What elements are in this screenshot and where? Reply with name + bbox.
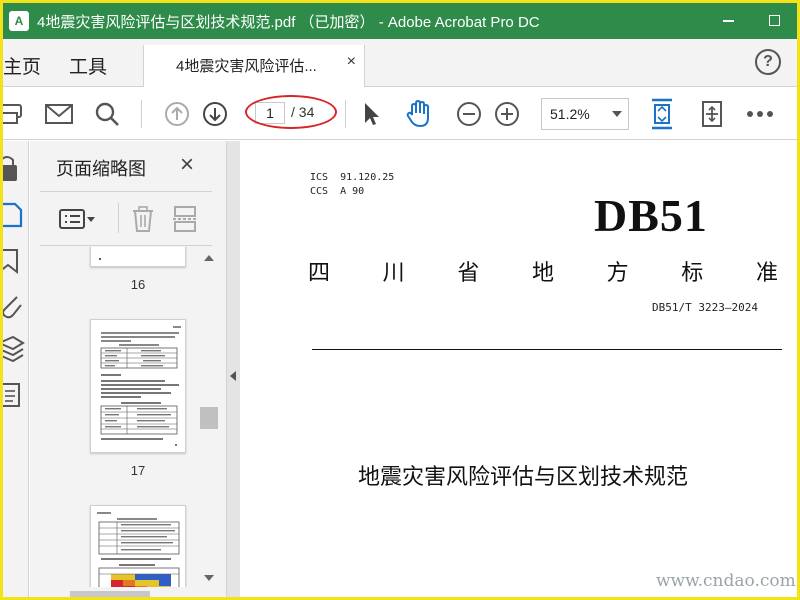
heading-char: 标	[681, 260, 704, 285]
document-view[interactable]: ICS 91.120.25 CCS A 90 DB51 四 川 省 地 方 标 准…	[240, 141, 797, 597]
document-tab-label: 4地震灾害风险评估...	[176, 58, 317, 75]
panel-divider	[40, 245, 212, 246]
navigation-rail	[3, 141, 29, 597]
document-tab[interactable]: 4地震灾害风险评估... ×	[143, 45, 365, 87]
panel-toolbar-separator	[118, 203, 119, 233]
thumbnail-list: 16 17	[30, 247, 200, 587]
extract-pages-icon[interactable]	[172, 205, 198, 233]
ics-code: ICS 91.120.25 CCS A 90	[310, 171, 394, 199]
fit-page-icon[interactable]	[647, 98, 677, 130]
select-cursor-icon[interactable]	[359, 100, 383, 128]
document-properties-icon[interactable]	[3, 381, 25, 409]
page-thumbnail[interactable]	[90, 505, 186, 587]
horizontal-rule	[312, 349, 782, 350]
panel-splitter[interactable]	[226, 141, 240, 597]
ics-line: ICS 91.120.25	[310, 172, 395, 183]
prev-page-icon[interactable]	[163, 100, 191, 128]
scroll-up-icon[interactable]	[204, 255, 214, 261]
trash-icon[interactable]	[130, 205, 156, 233]
zoom-value: 51.2%	[550, 106, 590, 122]
hand-tool-icon[interactable]	[403, 99, 435, 128]
heading-char: 四	[308, 260, 331, 285]
tab-home[interactable]: 主页	[3, 52, 41, 79]
heading-char: 准	[755, 260, 778, 285]
ccs-line: CCS A 90	[310, 186, 365, 197]
heading-char: 川	[382, 260, 405, 285]
toolbar-separator	[141, 100, 142, 128]
close-tab-icon[interactable]: ×	[347, 53, 356, 71]
layers-icon[interactable]	[3, 335, 25, 363]
more-icon[interactable]	[745, 100, 775, 128]
app-frame: A 4地震灾害风险评估与区划技术规范.pdf （已加密） - Adobe Acr…	[0, 0, 800, 600]
email-icon[interactable]	[43, 100, 75, 128]
chevron-down-icon	[612, 111, 622, 117]
maximize-icon	[768, 15, 780, 27]
collapse-panel-icon[interactable]	[230, 371, 236, 381]
zoom-in-icon[interactable]	[493, 100, 521, 128]
title-bar: A 4地震灾害风险评估与区划技术规范.pdf （已加密） - Adobe Acr…	[3, 3, 797, 39]
panel-divider	[40, 191, 212, 192]
scroll-down-icon[interactable]	[204, 575, 214, 581]
page-thumbnail[interactable]	[90, 247, 186, 267]
print-icon[interactable]	[3, 100, 25, 128]
window-title: 4地震灾害风险评估与区划技术规范.pdf （已加密） - Adobe Acrob…	[37, 13, 540, 31]
heading-char: 地	[531, 260, 554, 285]
minimize-button[interactable]	[705, 3, 751, 39]
attachment-icon[interactable]	[3, 291, 25, 319]
page-thumbnails-panel: 页面缩略图 × 16 17	[30, 141, 226, 597]
db-code: DB51	[594, 190, 708, 241]
document-title: 地震灾害风险评估与区划技术规范	[358, 464, 689, 489]
panel-title: 页面缩略图	[56, 159, 146, 179]
bookmark-icon[interactable]	[3, 247, 25, 275]
thumbnail-page-number: 17	[130, 463, 146, 478]
acrobat-logo-icon: A	[9, 11, 29, 31]
panel-toolbar	[30, 199, 226, 239]
page-thumbnails-icon[interactable]	[3, 201, 25, 229]
thumbnail-horizontal-scrollbar[interactable]	[30, 587, 220, 597]
toolbar-separator	[345, 100, 346, 128]
scrollbar-thumb[interactable]	[70, 591, 150, 597]
main-toolbar: 1 / 34 51.2%	[3, 88, 797, 140]
minimize-icon	[722, 20, 734, 22]
tab-tools[interactable]: 工具	[69, 52, 107, 79]
search-icon[interactable]	[93, 100, 121, 128]
zoom-select[interactable]: 51.2%	[541, 98, 629, 130]
next-page-icon[interactable]	[201, 100, 229, 128]
watermark: www.cndao.com	[656, 571, 796, 591]
lock-icon[interactable]	[3, 155, 25, 183]
help-icon[interactable]: ?	[755, 49, 781, 75]
page-thumbnail[interactable]	[90, 319, 186, 453]
standard-type-heading: 四 川 省 地 方 标 准	[308, 255, 778, 287]
annotation-oval	[245, 95, 337, 129]
options-menu-icon[interactable]	[58, 207, 98, 231]
close-panel-icon[interactable]: ×	[180, 151, 194, 179]
heading-char: 省	[457, 260, 480, 285]
heading-char: 方	[606, 260, 629, 285]
scrollbar-thumb[interactable]	[200, 407, 218, 429]
thumbnail-page-number: 16	[130, 277, 146, 292]
tab-bar: 主页 工具 4地震灾害风险评估... × ?	[3, 39, 797, 87]
zoom-out-icon[interactable]	[455, 100, 483, 128]
thumbnail-vertical-scrollbar[interactable]	[200, 251, 218, 587]
scroll-mode-icon[interactable]	[697, 100, 727, 128]
standard-number: DB51/T 3223—2024	[652, 301, 758, 314]
maximize-button[interactable]	[751, 3, 797, 39]
